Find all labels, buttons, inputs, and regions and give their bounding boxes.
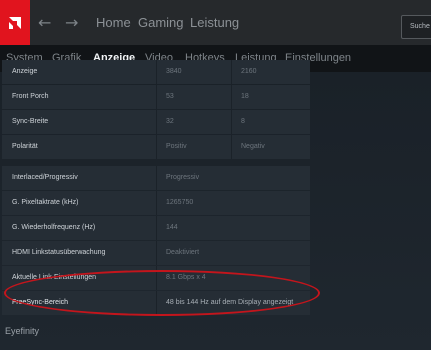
amd-logo[interactable] (0, 0, 30, 45)
row-value-horizontal: Positiv (157, 135, 232, 159)
row-value-vertical: Negativ (241, 143, 265, 150)
row-value-vertical: 18 (241, 93, 249, 100)
table-row: HDMI Linkstatusüberwachung Deaktiviert (2, 241, 310, 265)
back-arrow-icon[interactable]: ← (38, 13, 51, 32)
table-row: Interlaced/Progressiv Progressiv (2, 166, 310, 190)
nav-home[interactable]: Home (96, 15, 131, 30)
section-eyefinity[interactable]: Eyefinity (5, 326, 39, 336)
row-value-vertical: 2160 (241, 68, 257, 75)
row-value: Deaktiviert (166, 249, 200, 256)
table-row: Anzeige 3840 2160 (2, 60, 310, 84)
highlight-annotation-oval (4, 270, 320, 316)
row-value-vertical: 8 (241, 118, 245, 125)
forward-arrow-icon[interactable]: → (65, 13, 78, 32)
table-row: Front Porch 53 18 (2, 85, 310, 109)
row-value: 1265750 (166, 199, 194, 206)
table-row: Polarität Positiv Negativ (2, 135, 310, 159)
row-label: HDMI Linkstatusüberwachung (2, 241, 157, 265)
row-label: G. Wiederholfrequenz (Hz) (2, 216, 157, 240)
row-value: 144 (166, 224, 178, 231)
row-value: Progressiv (166, 174, 200, 181)
search-input[interactable]: Suche (401, 15, 431, 39)
timing-table: Anzeige 3840 2160 Front Porch 53 18 Sync… (2, 60, 310, 160)
top-bar: ← → Home Gaming Leistung Suche (0, 0, 431, 45)
table-row: Sync-Breite 32 8 (2, 110, 310, 134)
row-label: Front Porch (2, 85, 157, 109)
row-value-horizontal: 53 (157, 85, 232, 109)
row-value-horizontal: 32 (157, 110, 232, 134)
row-label: Anzeige (2, 60, 157, 84)
row-label: Interlaced/Progressiv (2, 166, 157, 190)
row-label: G. Pixeltaktrate (kHz) (2, 191, 157, 215)
search-text: Suche (410, 23, 430, 30)
table-row: G. Wiederholfrequenz (Hz) 144 (2, 216, 310, 240)
row-label: Polarität (2, 135, 157, 159)
amd-logo-icon (9, 16, 21, 29)
nav-leistung[interactable]: Leistung (190, 15, 239, 30)
row-label: Sync-Breite (2, 110, 157, 134)
nav-gaming[interactable]: Gaming (138, 15, 184, 30)
table-row: G. Pixeltaktrate (kHz) 1265750 (2, 191, 310, 215)
row-value-horizontal: 3840 (157, 60, 232, 84)
